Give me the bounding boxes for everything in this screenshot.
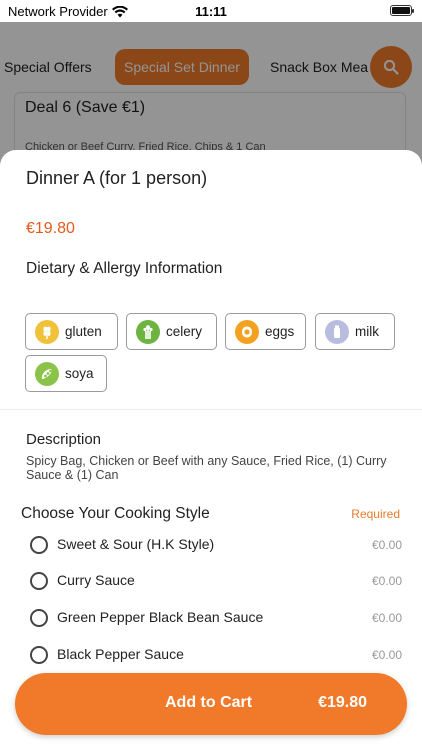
cooking-option[interactable]: Black Pepper Sauce €0.00 — [0, 637, 422, 673]
celery-icon — [136, 319, 160, 344]
battery-icon — [390, 5, 414, 16]
required-label: Required — [351, 507, 400, 521]
add-to-cart-label: Add to Cart — [165, 694, 253, 711]
eggs-icon — [235, 319, 259, 344]
radio-button[interactable] — [30, 536, 48, 554]
allergen-label: celery — [166, 324, 203, 339]
option-price: €0.00 — [371, 574, 402, 588]
cooking-style-heading: Choose Your Cooking Style — [21, 505, 210, 522]
option-label: Black Pepper Sauce — [57, 646, 184, 662]
cooking-option[interactable]: Sweet & Sour (H.K Style) €0.00 — [0, 527, 422, 563]
option-price: €0.00 — [371, 611, 402, 625]
description-text: Spicy Bag, Chicken or Beef with any Sauc… — [26, 454, 387, 482]
allergen-gluten: gluten — [25, 313, 118, 350]
option-label: Curry Sauce — [57, 572, 135, 588]
allergen-label: gluten — [65, 324, 102, 339]
radio-button[interactable] — [30, 609, 48, 627]
option-price: €0.00 — [371, 538, 402, 552]
milk-icon — [325, 319, 349, 344]
cooking-option[interactable]: Green Pepper Black Bean Sauce €0.00 — [0, 600, 422, 636]
section-divider — [0, 409, 422, 410]
status-bar: Network Provider 11:11 — [0, 0, 422, 22]
cart-total-price: €19.80 — [318, 694, 367, 711]
allergen-label: eggs — [265, 324, 295, 339]
add-to-cart-button[interactable]: Add to Cart €19.80 — [15, 673, 407, 735]
radio-button[interactable] — [30, 646, 48, 664]
radio-button[interactable] — [30, 572, 48, 590]
allergen-milk: milk — [315, 313, 395, 350]
option-label: Sweet & Sour (H.K Style) — [57, 536, 215, 552]
item-detail-sheet: Dinner A (for 1 person) €19.80 Dietary &… — [0, 150, 422, 750]
option-label: Green Pepper Black Bean Sauce — [57, 609, 264, 625]
status-time: 11:11 — [195, 4, 227, 19]
allergen-soya: soya — [25, 355, 107, 392]
allergen-celery: celery — [126, 313, 217, 350]
option-price: €0.00 — [371, 648, 402, 662]
item-price: €19.80 — [26, 220, 75, 237]
description-heading: Description — [26, 431, 102, 448]
allergen-label: milk — [355, 324, 379, 339]
allergy-heading: Dietary & Allergy Information — [26, 260, 223, 277]
gluten-icon — [35, 319, 59, 344]
soya-icon — [35, 361, 59, 386]
item-title: Dinner A (for 1 person) — [26, 168, 208, 188]
allergen-eggs: eggs — [225, 313, 306, 350]
allergen-label: soya — [65, 366, 94, 381]
cooking-option[interactable]: Curry Sauce €0.00 — [0, 563, 422, 599]
